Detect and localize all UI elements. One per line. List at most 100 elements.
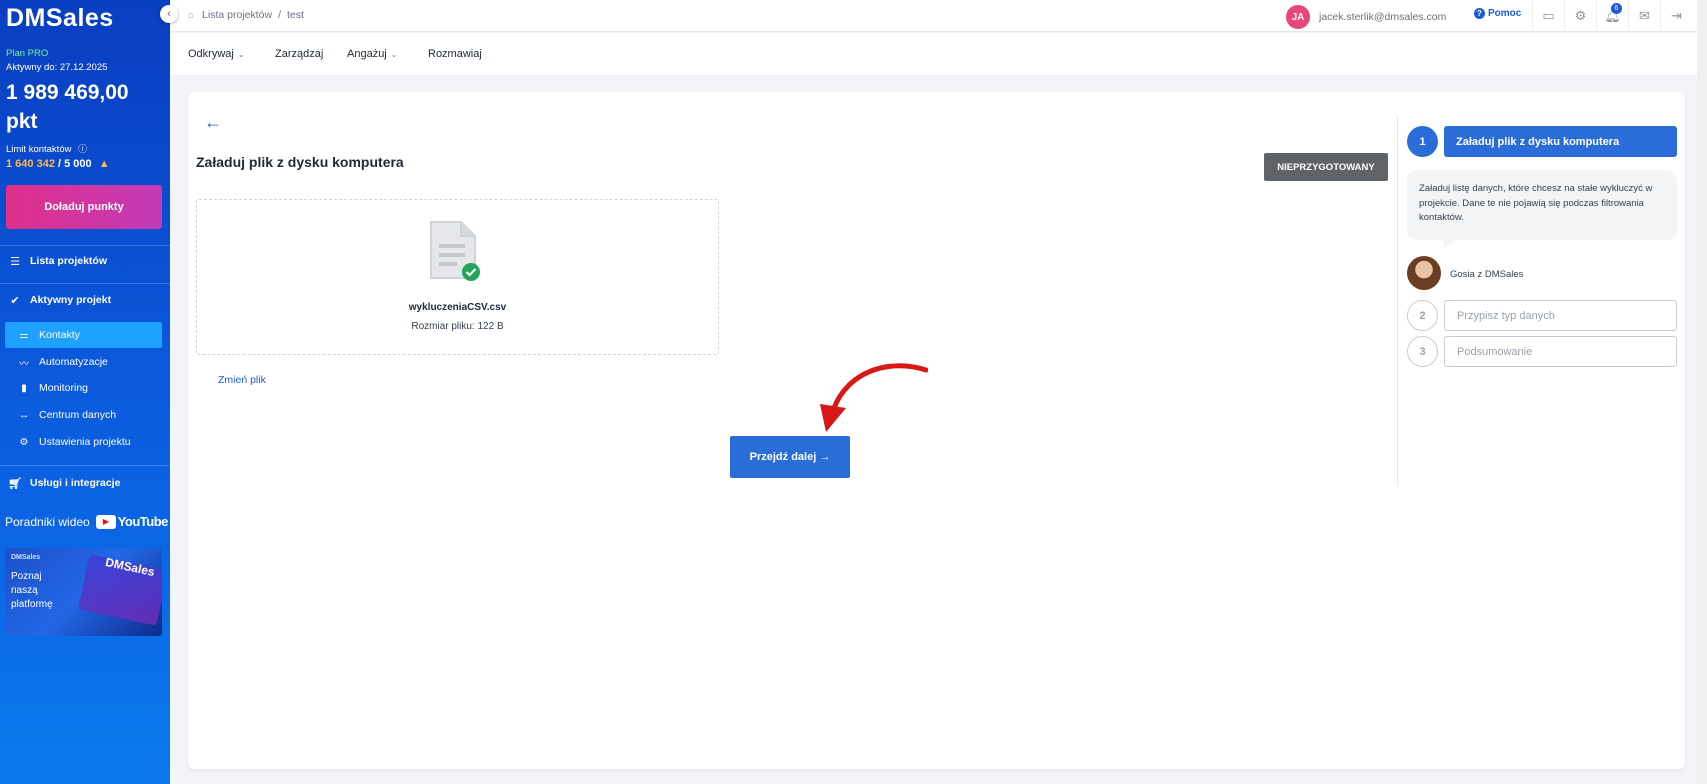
step-1-number: 1: [1407, 126, 1438, 157]
menu-engage-label: Angażuj: [347, 48, 387, 60]
contacts-icon: ⚌: [19, 329, 29, 341]
agent-name: Gosia z DMSales: [1450, 269, 1524, 280]
breadcrumb-current: test: [287, 9, 304, 21]
automation-icon: 〰: [19, 358, 29, 370]
sidebar-item-label: Automatyzacje: [39, 356, 108, 368]
import-card: ← Załaduj plik z dysku komputera NIEPRZY…: [188, 92, 1685, 769]
promo-brand: DMSales: [11, 554, 41, 561]
sidebar: DMSales ‹ Plan PRO Aktywny do: 27.12.202…: [0, 0, 178, 784]
billing-icon[interactable]: ▭: [1532, 0, 1564, 32]
sidebar-item-label: Ustawienia projektu: [39, 436, 131, 448]
step-tip-bubble: Załaduj listę danych, które chcesz na st…: [1407, 170, 1677, 240]
step-1-load-file[interactable]: Załaduj plik z dysku komputera: [1444, 126, 1677, 157]
step-2-number: 2: [1407, 300, 1438, 331]
user-email[interactable]: jacek.sterlik@dmsales.com: [1319, 11, 1446, 23]
top-bar: ⌂ Lista projektów / test JA jacek.sterli…: [170, 0, 1707, 32]
video-tutorials-label: Poradniki wideo: [5, 514, 90, 529]
sidebar-item-label: Aktywny projekt: [30, 294, 112, 306]
menu-talk-label: Rozmawiaj: [428, 48, 482, 60]
file-document-icon: [430, 221, 480, 281]
contact-limit-label-text: Limit kontaktów: [6, 144, 72, 155]
annotation-arrow-icon: [820, 363, 928, 432]
change-file-link[interactable]: Zmień plik: [218, 374, 266, 386]
video-tutorials-link[interactable]: Poradniki wideo ▶ YouTube: [5, 514, 168, 529]
sidebar-item-project-list[interactable]: ☰ Lista projektów: [0, 248, 170, 274]
steps-divider: [1397, 116, 1398, 486]
breadcrumb: ⌂ Lista projektów / test: [188, 9, 304, 21]
sidebar-item-active-project[interactable]: ✔ Aktywny projekt: [0, 287, 170, 313]
promo-text: Poznaj naszą platformę: [11, 571, 53, 610]
sidebar-item-monitoring[interactable]: ▮ Monitoring: [5, 375, 162, 401]
sidebar-item-project-settings[interactable]: ⚙ Ustawienia projektu: [5, 429, 162, 455]
dmsales-logo[interactable]: DMSales: [6, 4, 114, 33]
contact-limit-label: Limit kontaktów ⓘ: [6, 142, 87, 155]
step-3-number: 3: [1407, 336, 1438, 367]
step-3-summary[interactable]: Podsumowanie: [1444, 336, 1677, 367]
menu-discover-label: Odkrywaj: [188, 48, 234, 60]
file-name: wykluczeniaCSV.csv: [408, 302, 507, 313]
youtube-logo: ▶ YouTube: [95, 514, 169, 529]
sidebar-item-contacts[interactable]: ⚌ Kontakty: [5, 322, 162, 348]
bar-chart-icon: ▮: [21, 382, 27, 394]
page-scrollbar[interactable]: [1697, 0, 1707, 784]
notifications-icon[interactable]: 🔔︎ 6: [1596, 0, 1628, 32]
help-button[interactable]: ? Pomoc: [1474, 8, 1521, 19]
sidebar-collapse-icon[interactable]: ‹: [160, 5, 178, 23]
next-button[interactable]: Przejdź dalej →: [730, 436, 850, 478]
breadcrumb-root[interactable]: Lista projektów: [202, 9, 272, 21]
menu-discover[interactable]: Odkrywaj ⌄: [188, 48, 245, 60]
file-dropzone[interactable]: wykluczeniaCSV.csv Rozmiar pliku: 122 B: [196, 199, 719, 355]
contact-limit-total: / 5 000: [58, 158, 92, 170]
logout-icon[interactable]: ⇥: [1660, 0, 1692, 32]
menu-manage-label: Zarządzaj: [275, 48, 324, 60]
status-badge: NIEPRZYGOTOWANY: [1264, 153, 1388, 181]
sidebar-item-label: Monitoring: [39, 382, 89, 394]
chevron-down-icon: ⌄: [237, 50, 245, 59]
avatar[interactable]: JA: [1286, 5, 1310, 29]
sidebar-item-label: Kontakty: [39, 329, 80, 341]
topup-points-button[interactable]: Doładuj punkty: [6, 185, 162, 229]
page-title: Załaduj plik z dysku komputera: [196, 154, 404, 170]
menu-talk[interactable]: Rozmawiaj: [428, 48, 482, 60]
breadcrumb-separator: /: [278, 9, 282, 21]
mail-icon[interactable]: ✉: [1628, 0, 1660, 32]
settings-icon[interactable]: ⚙: [1564, 0, 1596, 32]
sidebar-item-label: Lista projektów: [30, 255, 108, 267]
warning-icon: ▲: [98, 158, 110, 170]
sidebar-divider: [0, 283, 170, 284]
main-menu: Odkrywaj ⌄ Zarządzaj Angażuj ⌄ Rozmawiaj: [170, 33, 1700, 75]
sidebar-item-data-center[interactable]: ↔ Centrum danych: [5, 402, 162, 428]
info-icon[interactable]: ⓘ: [78, 144, 87, 154]
step-2-assign-data-type[interactable]: Przypisz typ danych: [1444, 300, 1677, 331]
menu-engage[interactable]: Angażuj ⌄: [347, 48, 397, 60]
chevron-down-icon: ⌄: [390, 50, 398, 59]
sidebar-item-automations[interactable]: 〰 Automatyzacje: [5, 349, 162, 375]
contact-limit-used: 1 640 342: [6, 158, 55, 170]
points-balance: 1 989 469,00 pkt: [6, 81, 129, 133]
plan-expiry: Aktywny do: 27.12.2025: [6, 62, 108, 73]
list-icon: ☰: [10, 255, 20, 268]
help-icon: ?: [1474, 8, 1485, 19]
notification-count-badge: 6: [1611, 3, 1622, 14]
play-icon: ▶: [95, 514, 116, 529]
youtube-label: YouTube: [117, 514, 169, 529]
agent-avatar: [1407, 256, 1441, 290]
back-arrow-icon[interactable]: ←: [204, 112, 222, 133]
contact-limit-value: 1 640 342 / 5 000 ▲: [6, 158, 110, 170]
sidebar-divider: [0, 245, 170, 246]
user-menu[interactable]: JA jacek.sterlik@dmsales.com: [1286, 5, 1446, 29]
platform-promo-banner[interactable]: DMSales DMSales Poznaj naszą platformę: [5, 548, 162, 636]
help-label: Pomoc: [1488, 8, 1522, 19]
menu-manage[interactable]: Zarządzaj: [275, 48, 323, 60]
sidebar-divider: [0, 465, 170, 466]
check-icon: ✔: [10, 294, 20, 307]
arrows-icon: ↔: [19, 409, 29, 421]
file-size: Rozmiar pliku: 122 B: [411, 321, 504, 332]
plan-label: Plan PRO: [6, 48, 49, 59]
cart-icon: 🛒︎: [8, 477, 22, 490]
sidebar-item-services[interactable]: 🛒︎ Usługi i integracje: [0, 470, 170, 496]
sidebar-item-label: Centrum danych: [39, 409, 117, 421]
home-icon[interactable]: ⌂: [188, 10, 194, 21]
gear-icon: ⚙: [19, 436, 29, 448]
sidebar-item-label: Usługi i integracje: [30, 477, 121, 489]
